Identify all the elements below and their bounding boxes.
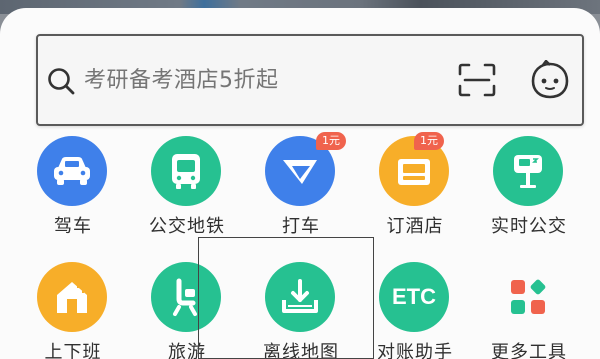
tool-label: 上下班 (44, 342, 102, 359)
tool-label: 公交地铁 (149, 216, 225, 237)
tool-bus-subway[interactable]: 公交地铁 (132, 136, 242, 237)
tools-panel: 驾车 公交地铁 1元 (0, 8, 600, 359)
tool-label: 对账助手 (377, 342, 453, 359)
tool-label: 打车 (282, 216, 320, 237)
tool-etc-assistant[interactable]: ETC 对账助手 (360, 262, 470, 359)
tool-travel[interactable]: 旅游 (132, 262, 242, 359)
tool-label: 更多工具 (491, 342, 567, 359)
assistant-icon[interactable] (529, 60, 571, 100)
promo-badge: 1元 (316, 132, 346, 150)
travel-icon (151, 262, 221, 332)
tools-grid: 驾车 公交地铁 1元 打车 1元 订酒店 实时公交 上下班 旅游 离线地图 ET… (0, 132, 600, 359)
tool-realtime-bus[interactable]: 实时公交 (474, 136, 584, 237)
tool-label: 订酒店 (386, 216, 444, 237)
car-icon (37, 136, 107, 206)
search-input[interactable] (84, 64, 444, 98)
search-icon (48, 68, 75, 95)
promo-badge: 1元 (414, 132, 444, 150)
tool-drive[interactable]: 驾车 (18, 136, 128, 237)
tool-label: 实时公交 (491, 216, 567, 237)
tool-label: 驾车 (54, 216, 92, 237)
tool-taxi[interactable]: 1元 打车 (246, 132, 356, 237)
etc-icon: ETC (379, 262, 449, 332)
search-bar[interactable] (36, 34, 584, 126)
realtime-bus-icon (493, 136, 563, 206)
tool-label: 离线地图 (263, 342, 339, 359)
bus-icon (151, 136, 221, 206)
offline-map-icon (265, 262, 335, 332)
etc-text: ETC (392, 284, 436, 309)
tool-hotel[interactable]: 1元 订酒店 (360, 132, 470, 237)
tool-more[interactable]: 更多工具 (474, 262, 584, 359)
commute-icon (37, 262, 107, 332)
tool-label: 旅游 (168, 342, 206, 359)
more-tools-icon (493, 262, 563, 332)
tool-offline-map[interactable]: 离线地图 (246, 262, 356, 359)
tool-commute[interactable]: 上下班 (18, 262, 128, 359)
scan-icon[interactable] (458, 63, 496, 97)
